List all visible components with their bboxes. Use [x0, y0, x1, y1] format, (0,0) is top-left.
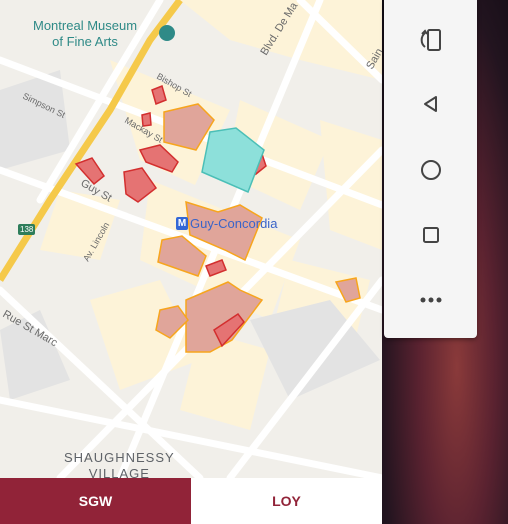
home-button[interactable] — [384, 150, 477, 190]
campus-tab-bar: SGW LOY — [0, 478, 382, 524]
tab-loy[interactable]: LOY — [191, 478, 382, 524]
emulator-side-toolbar — [384, 0, 477, 338]
museum-label-line2: of Fine Arts — [52, 34, 118, 49]
neighbourhood-line2: VILLAGE — [88, 466, 150, 478]
rotate-icon — [420, 29, 441, 51]
metro-station-label[interactable]: M Guy-Concordia — [176, 216, 277, 231]
rotate-button[interactable] — [384, 20, 477, 60]
museum-label[interactable]: Montreal Museum of Fine Arts — [33, 18, 137, 50]
neighbourhood-line1: SHAUGHNESSY — [64, 450, 175, 465]
overview-square-icon — [422, 227, 439, 243]
museum-marker-icon[interactable] — [159, 25, 175, 41]
overview-button[interactable] — [384, 215, 477, 255]
metro-station-name: Guy-Concordia — [190, 216, 278, 231]
route-shield: 138 — [18, 224, 36, 235]
home-circle-icon — [420, 160, 441, 180]
more-dots-icon — [420, 297, 441, 303]
back-button[interactable] — [384, 84, 477, 124]
more-button[interactable] — [384, 280, 477, 320]
museum-label-line1: Montreal Museum — [33, 18, 138, 33]
back-triangle-icon — [423, 96, 437, 112]
campus-map[interactable]: Bishop St Mackay St Guy St Simpson St Bl… — [0, 0, 382, 478]
map-canvas[interactable]: Bishop St Mackay St Guy St Simpson St Bl… — [0, 0, 382, 478]
neighbourhood-label: SHAUGHNESSY VILLAGE — [64, 450, 175, 478]
metro-icon: M — [176, 217, 188, 230]
tab-sgw[interactable]: SGW — [0, 478, 191, 524]
